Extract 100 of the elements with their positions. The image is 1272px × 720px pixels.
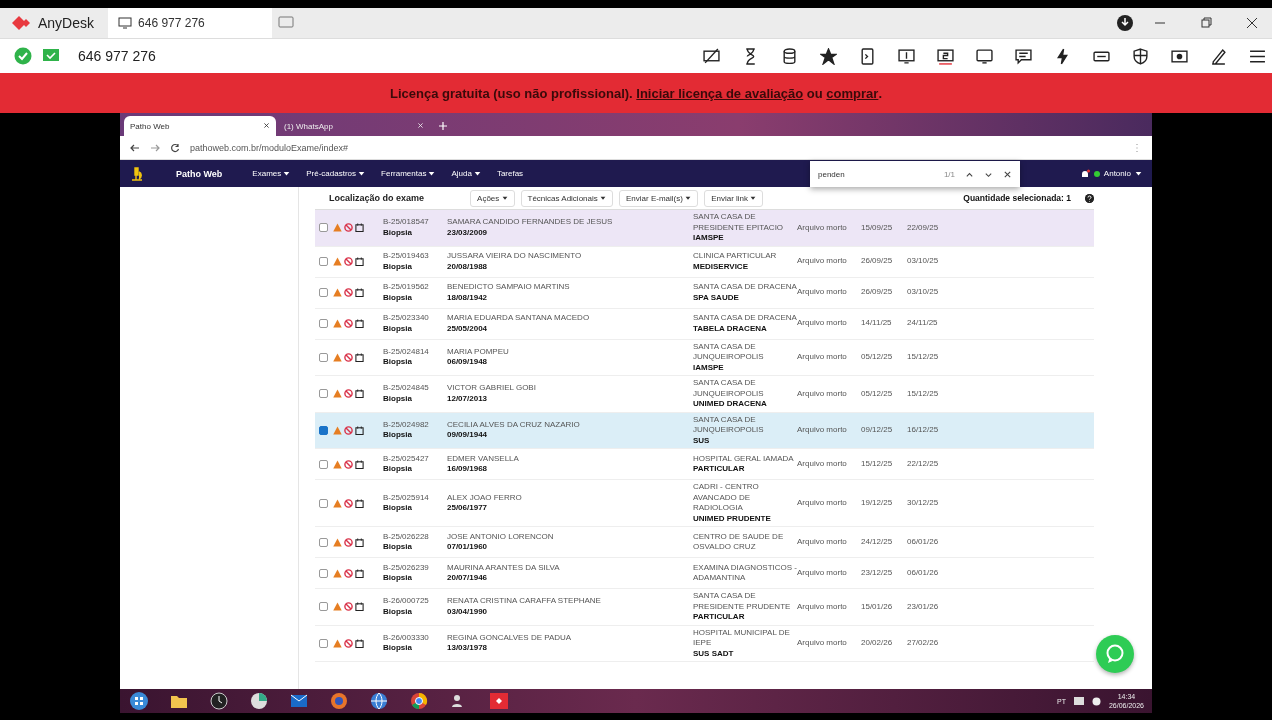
row-checkbox[interactable] [319, 459, 328, 469]
table-row[interactable]: B-26/000725 Biopsia RENATA CRISTINA CARAFFA STEPHANE 03/04/1990 SANTA CASA DE PRESIDENTE PRUDENTE PARTICULAR Arquivo morto 15/01/26 23/01/26 [315, 589, 1094, 626]
row-checkbox[interactable] [319, 288, 328, 297]
clock-icon[interactable] [208, 691, 230, 711]
row-checkbox[interactable] [319, 638, 328, 648]
insurer-name: SUS [693, 435, 711, 446]
row-checkbox[interactable] [319, 568, 328, 578]
warning-icon [333, 537, 342, 547]
table-row[interactable]: B-25/024845 Biopsia VICTOR GABRIEL GOBI 12/07/2013 SANTA CASA DE JUNQUEIROPOLIS UNIMED DRACENA Arquivo morto 05/12/25 15/12/25 [315, 376, 1094, 413]
nav-menu[interactable]: Exames [252, 169, 282, 178]
caret-icon [685, 194, 692, 201]
warning-icon [333, 223, 342, 233]
row-checkbox[interactable] [319, 425, 328, 435]
license-link[interactable]: Iniciar licença de avaliação [636, 85, 804, 101]
calendar-icon [355, 319, 364, 328]
app-brand[interactable]: Patho Web [176, 168, 223, 179]
warning-icon [333, 459, 342, 469]
location-cell-text: Arquivo morto [797, 458, 848, 470]
bell-icon[interactable] [1079, 168, 1090, 179]
table-row[interactable]: B-25/024814 Biopsia MARIA POMPEU 06/09/1948 SANTA CASA DE JUNQUEIROPOLIS IAMSPE Arquivo morto 05/12/25 15/12/25 [315, 339, 1094, 376]
pie-icon[interactable] [248, 691, 270, 711]
row-checkbox[interactable] [319, 223, 328, 233]
nav-menu[interactable]: Ajuda [451, 169, 472, 178]
close-icon[interactable] [263, 122, 270, 129]
row-checkbox[interactable] [319, 602, 328, 612]
network-icon[interactable] [1073, 697, 1084, 705]
close-icon[interactable] [1003, 169, 1012, 179]
row-checkbox[interactable] [319, 537, 328, 547]
back-icon[interactable] [130, 142, 140, 153]
pen-icon[interactable] [1210, 47, 1227, 65]
start-icon[interactable] [128, 691, 150, 711]
browser-tab[interactable]: Patho Web [124, 116, 276, 136]
table-row[interactable]: B-25/019463 Biopsia JUSSARA VIEIRA DO NASCIMENTO 20/08/1988 CLINICA PARTICULAR MEDISERVICE Arquivo morto 26/09/25 03/10/25 [315, 246, 1094, 278]
record-icon[interactable] [1171, 47, 1188, 65]
download-icon[interactable] [1116, 14, 1134, 32]
nav-menu[interactable]: Tarefas [496, 169, 524, 178]
date-cell-text: 26/09/25 [861, 287, 894, 298]
url-field[interactable]: pathoweb.com.br/moduloExame/index# [190, 142, 1122, 153]
plus-icon[interactable] [438, 121, 448, 131]
caret-icon[interactable] [428, 170, 436, 177]
row-checkbox[interactable] [319, 498, 328, 508]
browser-icon[interactable] [328, 691, 350, 711]
toolbar-button[interactable]: Enviar E-mail(s) [619, 189, 699, 207]
toolbar-button[interactable]: Ações [470, 189, 515, 207]
date-cell-text: 03/10/25 [907, 256, 940, 267]
chat-icon[interactable] [1015, 47, 1032, 65]
insurer-name: PARTICULAR [693, 464, 746, 475]
caret-icon[interactable] [1135, 170, 1142, 177]
clinic-name: SANTA CASA DE JUNQUEIROPOLIS [693, 378, 765, 399]
exam-code: B-25/026239 [383, 562, 430, 573]
monitor-one-icon[interactable] [898, 47, 915, 65]
row-checkbox[interactable] [319, 389, 328, 399]
find-field[interactable]: penden [818, 169, 934, 179]
screen-icon[interactable] [976, 47, 993, 65]
calendar-icon [355, 498, 364, 508]
display-off-icon[interactable] [703, 47, 720, 65]
location-cell-text: Arquivo morto [797, 388, 848, 399]
caret-icon[interactable] [473, 170, 481, 177]
menu-icon[interactable] [1249, 47, 1266, 65]
exam-code: B-26/003330 [383, 632, 430, 644]
forward-icon[interactable] [150, 142, 160, 153]
exam-type: Biopsia [383, 430, 413, 441]
star-icon[interactable] [820, 47, 837, 65]
exam-type: Biopsia [383, 357, 413, 368]
birth-date: 07/01/1960 [447, 542, 489, 553]
reload-icon[interactable] [170, 142, 180, 153]
table-row[interactable]: B-25/026228 Biopsia JOSE ANTONIO LORENCON 07/01/1960 CENTRO DE SAUDE DE OSVALDO CRUZ Arquivo morto 24/12/25 06/01/26 [315, 527, 1094, 558]
date-cell-text: 15/12/25 [907, 352, 940, 363]
date-cell-text: 16/12/25 [907, 425, 940, 436]
globe-icon[interactable] [368, 691, 390, 711]
toolbar-button[interactable]: Enviar link [704, 189, 764, 207]
monitor-two-icon[interactable] [937, 47, 954, 65]
table-row[interactable]: B-25/018547 Biopsia SAMARA CANDIDO FERNANDES DE JESUS 23/03/2009 SANTA CASA DE PRESIDENTE EPITACIO IAMSPE Arquivo morto 15/09/25 22/09/25 [315, 210, 1094, 247]
chrome-icon[interactable] [408, 691, 430, 711]
browser-tab[interactable]: (1) WhatsApp [278, 116, 430, 136]
birth-date: 09/09/1944 [447, 430, 489, 441]
toolbar-button[interactable]: Técnicas Adicionais [520, 189, 613, 207]
patient-name: VICTOR GABRIEL GOBI [447, 383, 537, 394]
row-checkbox[interactable] [319, 257, 328, 266]
table-row[interactable]: B-25/024982 Biopsia CECILIA ALVES DA CRUZ NAZARIO 09/09/1944 SANTA CASA DE JUNQUEIROPOLIS SUS Arquivo morto 09/12/25 16/12/25 [315, 412, 1094, 449]
row-checkbox[interactable] [319, 352, 328, 362]
help-icon[interactable] [1085, 193, 1094, 203]
database-icon[interactable] [781, 47, 798, 65]
remote-app-icon[interactable] [488, 691, 510, 711]
shield-icon[interactable] [1132, 47, 1149, 65]
lightning-icon[interactable] [1054, 47, 1071, 65]
volume-icon[interactable] [1091, 696, 1101, 706]
row-checkbox[interactable] [319, 319, 328, 328]
nav-menu[interactable]: Pré-cadastros [306, 169, 357, 178]
nav-menu[interactable]: Ferramentas [381, 169, 427, 178]
table-row[interactable]: B-25/025914 Biopsia ALEX JOAO FERRO 25/06/1977 CADRI - CENTRO AVANCADO DE RADIOLOGIA UNIMED PRUDENTE Arquivo morto 19/12/25 30/12/25 [315, 480, 1094, 527]
caret-icon[interactable] [358, 170, 366, 177]
session-tab[interactable]: 646 977 276 [108, 8, 273, 38]
license-link[interactable]: comprar [826, 85, 879, 101]
insurer-name: MEDISERVICE [693, 261, 749, 272]
warning-icon [333, 602, 342, 612]
table-row[interactable]: B-26/003330 Biopsia REGINA GONCALVES DE PADUA 13/03/1978 HOSPITAL MUNICIPAL DE IEPE SUS SADT Arquivo morto 20/02/26 27/02/26 [315, 625, 1094, 662]
caret-icon[interactable] [283, 170, 291, 177]
location-cell-text: Arquivo morto [797, 287, 848, 298]
user-menu[interactable]: Antonio [1103, 169, 1131, 178]
